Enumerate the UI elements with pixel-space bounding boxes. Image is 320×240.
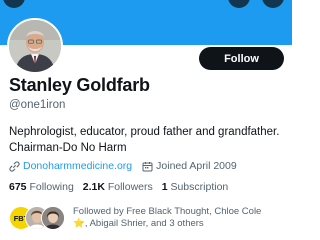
subscriptions-label: Subscription bbox=[170, 181, 229, 193]
profile-name: Stanley Goldfarb bbox=[9, 75, 150, 95]
following-label: Following bbox=[29, 181, 74, 193]
follower-avatar bbox=[41, 206, 65, 230]
follow-button[interactable]: Follow bbox=[199, 47, 284, 70]
followed-by-line-2: ⭐, Abigail Shrier, and 3 others bbox=[73, 218, 204, 229]
following-count: 675 bbox=[9, 181, 27, 193]
followers-label: Followers bbox=[107, 181, 153, 193]
followers-link[interactable]: 2.1K Followers bbox=[83, 181, 156, 193]
profile-handle: @one1iron bbox=[9, 99, 66, 111]
profile-meta: Donoharmmedicine.org Joined April 2009 bbox=[9, 160, 237, 172]
bio-line: Chairman-Do No Harm bbox=[9, 142, 127, 154]
followed-by-text[interactable]: Followed by Free Black Thought, Chloe Co… bbox=[73, 206, 288, 230]
subscriptions-link[interactable]: 1 Subscription bbox=[162, 181, 229, 193]
following-link[interactable]: 675 Following bbox=[9, 181, 77, 193]
link-icon bbox=[9, 160, 20, 172]
profile-bio: Nephrologist, educator, proud father and… bbox=[9, 124, 289, 156]
joined-text: Joined April 2009 bbox=[156, 160, 237, 172]
search-button[interactable] bbox=[228, 0, 250, 8]
joined-date: Joined April 2009 bbox=[142, 160, 237, 172]
profile-stats: 675 Following 2.1K Followers 1 Subscript… bbox=[9, 181, 234, 193]
back-button[interactable] bbox=[3, 0, 25, 8]
avatar[interactable] bbox=[7, 18, 63, 74]
bio-line: Nephrologist, educator, proud father and… bbox=[9, 126, 280, 138]
subscriptions-count: 1 bbox=[161, 181, 168, 193]
followers-count: 2.1K bbox=[82, 181, 105, 193]
star-emoji-icon: ⭐ bbox=[73, 218, 85, 229]
more-options-button[interactable] bbox=[262, 0, 284, 8]
calendar-icon bbox=[142, 161, 153, 172]
website-link[interactable]: Donoharmmedicine.org bbox=[23, 160, 132, 172]
followed-by-line: Followed by Free Black Thought, Chloe Co… bbox=[73, 206, 262, 217]
